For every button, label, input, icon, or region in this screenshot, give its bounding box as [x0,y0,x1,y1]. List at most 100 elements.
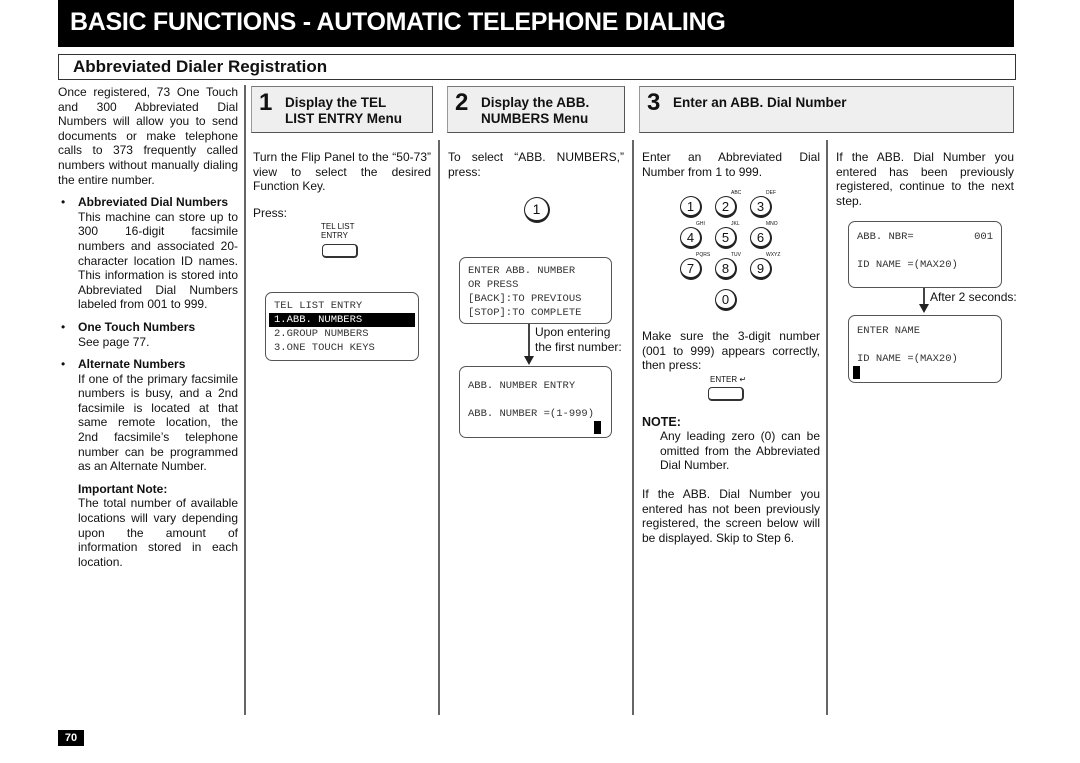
confirm-text: Make sure the 3-digit number (001 to 999… [642,329,820,373]
step-number: 1 [259,89,273,116]
keypad-key-9[interactable]: 9 WXYZ [750,252,780,280]
transition-note: Upon entering the first number: [535,325,622,354]
bullet-dot: • [61,319,66,334]
lcd-line: 2.GROUP NUMBERS [274,328,369,340]
keypad-key-0[interactable]: 0 [715,289,737,311]
bullet-one-touch-numbers: • One Touch Numbers See page 77. [58,320,238,349]
step-3-text: Enter an Abbreviated Dial Number from 1 … [642,150,820,179]
intro-column: Once registered, 73 One Touch and 300 Ab… [58,85,238,569]
keypad-key-digit: 7 [680,258,702,280]
keypad-key-8[interactable]: 8 TUV [715,252,741,280]
lcd-cursor-line [460,421,611,435]
keypad-key-digit: 8 [715,258,737,280]
step-3-header: 3 Enter an ABB. Dial Number [639,86,1014,133]
keypad-key-letters: ABC [731,190,742,196]
keypad-key-digit: 4 [680,227,702,249]
tel-list-entry-button[interactable] [322,244,358,258]
keypad-key-6[interactable]: 6 MNO [750,221,778,249]
lcd-line [460,393,611,407]
important-note-text: The total number of available locations … [78,496,238,569]
lcd-abb-number-entry: ABB. NUMBER ENTRY ABB. NUMBER =(1-999) [459,366,612,438]
lcd-line: ID NAME =(MAX20) [857,259,958,271]
lcd-line: OR PRESS [468,279,519,291]
keypad-key-4[interactable]: 4 GHI [680,221,705,249]
keypad-key-letters: TUV [731,252,741,258]
key-label-line: TEL LIST [321,222,355,231]
lcd-line: [BACK]:TO PREVIOUS [468,293,582,305]
tel-list-entry-key-label: TEL LIST ENTRY [321,222,355,240]
important-note-title: Important Note: [78,481,168,496]
text-cursor [853,366,860,379]
lcd-tel-list-entry: TEL LIST ENTRY 1.ABB. NUMBERS 2.GROUP NU… [265,292,419,361]
keypad-key-letters: WXYZ [766,252,781,258]
lcd-enter-abb-number: ENTER ABB. NUMBER OR PRESS [BACK]:TO PRE… [459,257,612,324]
enter-button[interactable] [708,387,744,401]
return-arrow-icon: ↵ [737,375,747,384]
lcd-cursor-line [849,366,1001,380]
transition-note-line: Upon entering [535,325,611,339]
keypad-key-letters: GHI [696,221,705,227]
keypad-key-letters: PQRS [696,252,711,258]
step-title-line: Enter an ABB. Dial Number [673,95,847,110]
lcd-line: ABB. NBR= 001 [849,230,1001,244]
lcd-line: ABB. NUMBER ENTRY [468,380,576,392]
step-title: Display the ABB. NUMBERS Menu [481,95,589,127]
keypad-key-5[interactable]: 5 JKL [715,221,740,249]
column-divider [826,140,828,715]
enter-key-label: ENTER ↵ [710,375,746,384]
lcd-line [849,338,1001,352]
keypad-key-digit: 1 [680,196,702,218]
keypad-key-letters: JKL [731,221,740,227]
section-title: Abbreviated Dialer Registration [73,57,328,76]
lcd-line-empty [849,244,1001,258]
after-2-seconds-note: After 2 seconds: [930,290,1017,304]
keypad-key-3[interactable]: 3 DEF [750,190,776,218]
keypad-key-2[interactable]: 2 ABC [715,190,741,218]
step-title-line: NUMBERS Menu [481,111,589,126]
not-registered-text: If the ABB. Dial Number you entered has … [642,487,820,545]
lcd-abb-nbr-label: ABB. NBR= [857,231,914,243]
lcd-line: ENTER ABB. NUMBER [468,265,576,277]
column-divider [632,140,634,715]
bullet-alternate-numbers: • Alternate Numbers If one of the primar… [58,357,238,474]
keypad-key-letters: DEF [766,190,776,196]
keypad-key-1[interactable]: 1 [680,196,702,218]
note-text: Any leading zero (0) can be omitted from… [660,429,820,473]
step-number: 2 [455,89,469,116]
important-note: Important Note: The total number of avai… [58,482,238,570]
keypad-key-digit: 6 [750,227,772,249]
step-2-text: To select “ABB. NUMBERS,” press: [448,150,624,179]
chapter-title: BASIC FUNCTIONS - AUTOMATIC TELEPHONE DI… [70,8,726,36]
keypad-key-1[interactable]: 1 [524,197,550,223]
keypad-key-digit: 0 [715,289,737,311]
lcd-line: ENTER NAME [857,325,921,337]
keypad-key-letters: MNO [766,221,778,227]
bullet-text: See page 77. [78,334,150,349]
step-2-header: 2 Display the ABB. NUMBERS Menu [447,86,625,133]
lcd-abb-nbr: ABB. NBR= 001 ID NAME =(MAX20) [848,221,1002,288]
transition-note-line: the first number: [535,339,622,354]
lcd-line: ABB. NUMBER =(1-999) [468,408,595,420]
intro-paragraph: Once registered, 73 One Touch and 300 Ab… [58,85,238,187]
key-label-line: ENTRY [321,231,348,240]
transition-arrow-line [528,324,530,357]
keypad-key-7[interactable]: 7 PQRS [680,252,710,280]
lcd-line: [STOP]:TO COMPLETE [468,307,582,319]
keypad-key-digit: 2 [715,196,737,218]
lcd-line: 3.ONE TOUCH KEYS [274,342,375,354]
page-number: 70 [58,730,84,746]
bullet-text: If one of the primary facsimile numbers … [78,371,238,474]
keypad-key-digit: 3 [750,196,772,218]
step-title-line: Display the ABB. [481,95,590,110]
bullet-title: Abbreviated Dial Numbers [78,195,229,210]
lcd-abb-nbr-value: 001 [974,231,993,243]
lcd-line: TEL LIST ENTRY [274,300,363,312]
step-number: 3 [647,89,661,116]
chapter-title-bar: BASIC FUNCTIONS - AUTOMATIC TELEPHONE DI… [58,0,1014,47]
enter-key-label-text: ENTER [710,375,738,384]
bullet-dot: • [61,357,66,372]
bullet-title: One Touch Numbers [78,319,196,334]
step-1-header: 1 Display the TEL LIST ENTRY Menu [251,86,433,133]
keypad-key-digit: 5 [715,227,737,249]
column-divider [244,85,246,715]
